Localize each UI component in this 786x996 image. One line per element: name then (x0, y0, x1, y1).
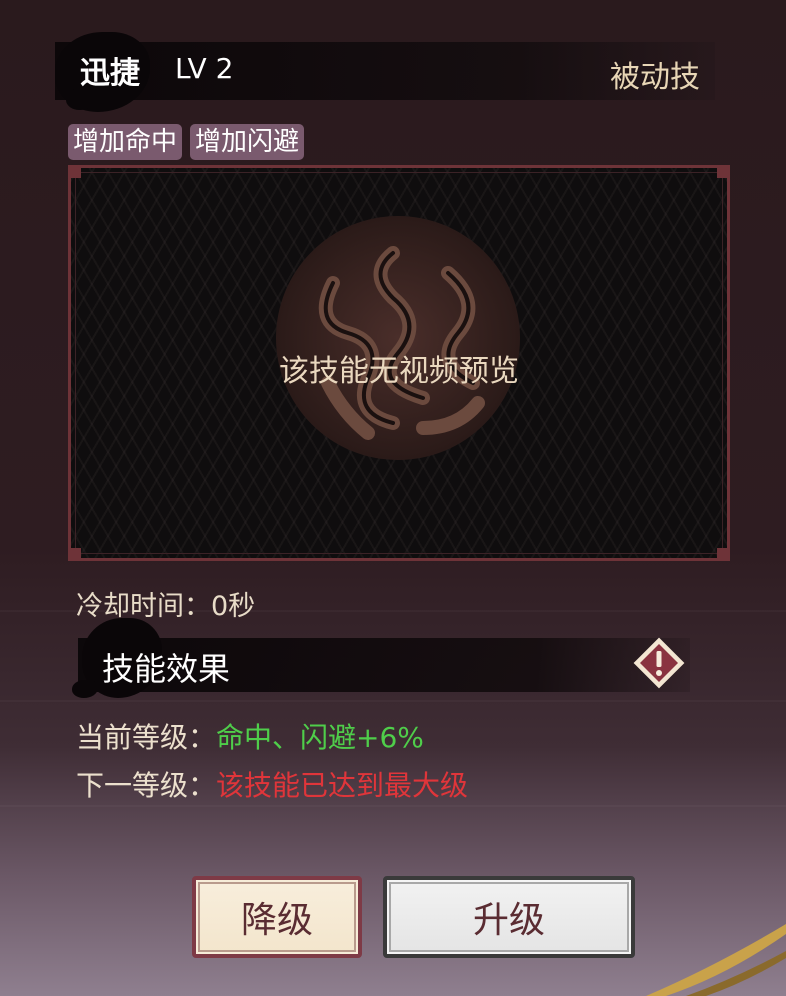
preview-corner (71, 168, 81, 178)
current-level-label: 当前等级： (76, 721, 217, 754)
upgrade-button[interactable]: 升级 (383, 876, 635, 958)
video-preview-panel: 该技能无视频预览 (68, 165, 730, 561)
effect-title: 技能效果 (102, 650, 231, 688)
skill-tag: 增加命中 (68, 124, 183, 160)
next-level-row: 下一等级：该技能已达到最大级 (76, 764, 468, 804)
preview-corner (71, 548, 81, 558)
skill-tags: 增加命中 增加闪避 (68, 124, 305, 160)
cooldown-text: 冷却时间：0秒 (76, 591, 256, 622)
background-streak (0, 700, 786, 702)
upgrade-button-label: 升级 (472, 900, 545, 941)
preview-corner (717, 548, 727, 558)
skill-level: LV 2 (175, 52, 234, 85)
skill-name: 迅捷 (80, 56, 140, 91)
skill-tag: 增加闪避 (190, 124, 305, 160)
current-level-value: 命中、闪避+6% (216, 721, 424, 754)
preview-corner (717, 168, 727, 178)
next-level-value: 该技能已达到最大级 (216, 769, 469, 802)
background-streak (0, 805, 786, 807)
downgrade-button[interactable]: 降级 (192, 876, 362, 958)
swirl-emblem-icon (276, 216, 520, 460)
gold-swoosh-decoration (646, 924, 786, 996)
skill-type: 被动技 (610, 60, 700, 95)
downgrade-button-label: 降级 (240, 900, 313, 941)
warning-diamond-icon[interactable] (632, 636, 686, 690)
current-level-row: 当前等级：命中、闪避+6% (76, 716, 424, 756)
no-preview-message: 该技能无视频预览 (279, 354, 519, 389)
next-level-label: 下一等级： (76, 769, 217, 802)
ink-splash-decoration (72, 680, 98, 698)
